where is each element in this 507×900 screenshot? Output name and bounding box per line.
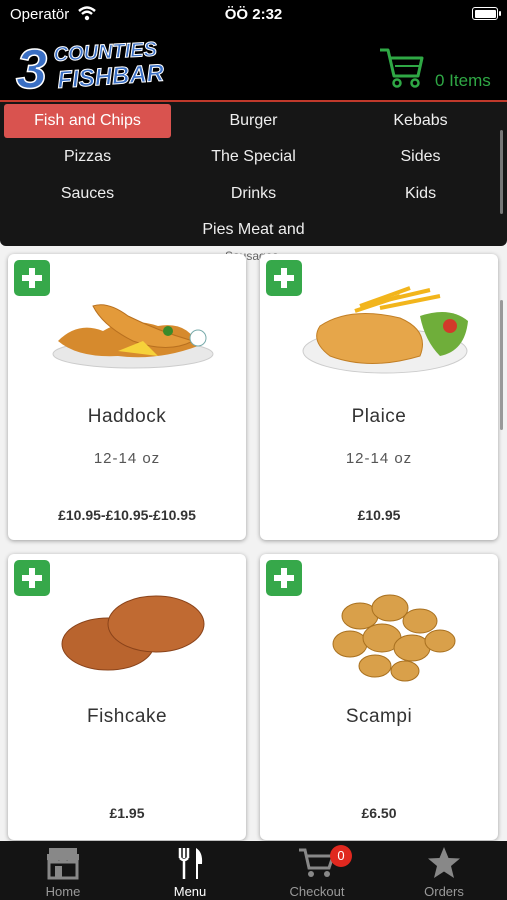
scampi-image xyxy=(332,594,456,682)
product-price: £6.50 xyxy=(361,805,397,821)
category-fish-and-chips[interactable]: Fish and Chips xyxy=(4,104,171,138)
category-sides[interactable]: Sides xyxy=(337,140,504,174)
category-drinks[interactable]: Drinks xyxy=(170,177,337,211)
tab-orders[interactable]: Orders xyxy=(381,841,507,900)
tab-label: Checkout xyxy=(289,884,345,899)
product-card-scampi[interactable]: Scampi £6.50 xyxy=(260,554,498,840)
content-scrollbar[interactable] xyxy=(500,300,503,430)
app-header: 3 COUNTIES FISHBAR 0 Items xyxy=(0,30,507,100)
plaice-image xyxy=(302,286,468,374)
add-button[interactable] xyxy=(266,260,302,296)
category-the-special[interactable]: The Special xyxy=(170,140,337,174)
category-pies-meat[interactable]: Pies Meat and xyxy=(170,213,337,247)
tab-bar: Home Menu Checkout Orders 0 xyxy=(0,841,507,900)
cart-icon[interactable] xyxy=(378,44,424,90)
category-pizzas[interactable]: Pizzas xyxy=(4,140,171,174)
tab-label: Home xyxy=(45,884,81,899)
haddock-image xyxy=(52,304,214,369)
logo[interactable]: 3 COUNTIES FISHBAR xyxy=(14,36,204,94)
menu-scrollbar[interactable] xyxy=(500,130,503,214)
logo-number: 3 xyxy=(16,37,47,94)
battery-icon xyxy=(472,7,501,20)
fork-knife-icon xyxy=(178,848,203,879)
product-price: £10.95-£10.95-£10.95 xyxy=(58,507,196,523)
product-size: 12-14 oz xyxy=(93,450,161,467)
fishcake-image xyxy=(61,595,205,671)
product-price: £1.95 xyxy=(109,805,145,821)
category-kebabs[interactable]: Kebabs xyxy=(337,104,504,138)
product-name: Haddock xyxy=(87,406,167,427)
product-name: Fishcake xyxy=(86,706,168,727)
product-card-fishcake[interactable]: Fishcake £1.95 xyxy=(8,554,246,840)
tab-label: Menu xyxy=(173,884,207,899)
tab-label: Orders xyxy=(424,884,464,899)
store-icon xyxy=(47,848,79,880)
product-size: 12-14 oz xyxy=(345,450,413,467)
status-bar: Operatör ÖÖ 2:32 xyxy=(0,0,507,30)
product-card-haddock[interactable]: Haddock 12-14 oz £10.95-£10.95-£10.95 xyxy=(8,254,246,540)
add-button[interactable] xyxy=(14,260,50,296)
tab-menu[interactable]: Menu xyxy=(127,841,253,900)
add-button[interactable] xyxy=(14,560,50,596)
category-burger[interactable]: Burger xyxy=(170,104,337,138)
tab-checkout[interactable]: Checkout xyxy=(254,841,380,900)
product-card-plaice[interactable]: Plaice 12-14 oz £10.95 xyxy=(260,254,498,540)
checkout-badge: 0 xyxy=(330,845,352,867)
category-sauces[interactable]: Sauces xyxy=(4,177,171,211)
category-menu: Fish and Chips Burger Kebabs Pizzas The … xyxy=(0,100,507,263)
product-name: Plaice xyxy=(351,406,407,427)
tab-home[interactable]: Home xyxy=(0,841,126,900)
star-icon xyxy=(428,847,460,878)
cart-items-label[interactable]: 0 Items xyxy=(435,71,491,91)
add-button[interactable] xyxy=(266,560,302,596)
product-name: Scampi xyxy=(345,706,413,727)
category-kids[interactable]: Kids xyxy=(337,177,504,211)
product-price: £10.95 xyxy=(357,507,401,523)
clock: ÖÖ 2:32 xyxy=(224,6,283,23)
